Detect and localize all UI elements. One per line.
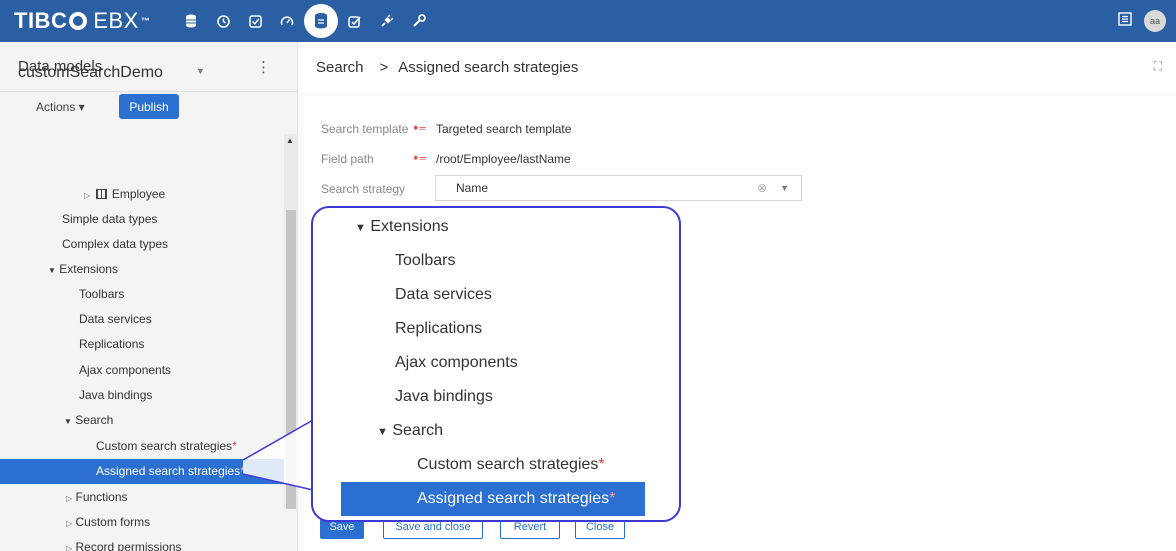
field-path-label: Field path	[321, 152, 374, 166]
zoom-item-toolbars: Toolbars	[395, 252, 456, 269]
search-strategy-label: Search strategy	[321, 182, 406, 196]
fullscreen-icon[interactable]: ⛶	[1154, 59, 1162, 74]
required-marker: *	[609, 490, 616, 507]
logo-trademark: ™	[140, 16, 151, 26]
database-icon[interactable]	[176, 6, 206, 36]
zoom-item-assigned-search-strategies: Assigned search strategies*	[417, 490, 616, 507]
zoom-item-extensions: ▼ Extensions	[355, 218, 449, 235]
user-avatar[interactable]: aa	[1144, 10, 1166, 32]
tree-item-extensions[interactable]: ▼ Extensions	[48, 257, 118, 282]
field-info-icon: ⁕═	[412, 123, 426, 133]
tree-item-simple-data-types[interactable]: Simple data types	[62, 207, 157, 232]
publish-button[interactable]: Publish	[119, 94, 179, 119]
scroll-up-arrow-icon[interactable]: ▲	[286, 136, 294, 145]
required-marker: *	[598, 456, 605, 473]
search-strategy-value: Name	[456, 181, 489, 195]
plug-icon[interactable]	[372, 6, 402, 36]
zoom-item-custom-search-strategies: Custom search strategies*	[417, 456, 605, 473]
check-square-icon[interactable]	[240, 6, 270, 36]
tree-item-custom-search-strategies[interactable]: Custom search strategies*	[96, 434, 237, 459]
zoomed-tree-callout: ▼ Extensions Toolbars Data services Repl…	[311, 206, 681, 522]
expand-chevron-icon[interactable]: ▷	[66, 494, 72, 503]
tree-item-replications[interactable]: Replications	[79, 332, 144, 357]
list-view-icon[interactable]	[1118, 11, 1132, 31]
breadcrumb-search[interactable]: Search	[316, 59, 364, 76]
gauge-icon[interactable]	[272, 6, 302, 36]
chevron-down-icon[interactable]: ▼	[780, 176, 789, 200]
table-icon	[95, 189, 107, 199]
tree-item-search[interactable]: ▼ Search	[64, 408, 113, 433]
top-bar: TIBC EBX ™ aa	[0, 0, 1176, 42]
tree-item-employee[interactable]: ▷ Employee	[84, 182, 165, 207]
more-options-icon[interactable]: ⋮	[256, 58, 271, 76]
clear-icon[interactable]: ⊗	[757, 176, 767, 200]
tree-item-assigned-search-strategies[interactable]: Assigned search strategies*	[0, 459, 284, 484]
tree-scrollbar-thumb[interactable]	[286, 210, 296, 509]
tree-item-functions[interactable]: ▷ Functions	[66, 485, 128, 510]
tree-item-custom-forms[interactable]: ▷ Custom forms	[66, 510, 150, 535]
breadcrumb: Search > Assigned search strategies ⛶	[299, 42, 1176, 92]
zoom-item-data-services: Data services	[395, 286, 492, 303]
logo-mark-icon	[69, 12, 88, 30]
expand-chevron-icon[interactable]: ▷	[66, 544, 72, 551]
breadcrumb-separator: >	[379, 58, 389, 76]
task-icon[interactable]	[340, 6, 370, 36]
wrench-icon[interactable]	[404, 6, 434, 36]
logo-text: TIBC	[14, 8, 68, 33]
collapse-triangle-icon: ▼	[377, 426, 388, 438]
clock-icon[interactable]	[208, 6, 238, 36]
required-marker: *	[232, 439, 237, 453]
data-model-icon[interactable]	[304, 4, 339, 38]
actions-menu[interactable]: Actions ▾	[36, 100, 85, 114]
field-info-icon: ⁕═	[412, 153, 426, 163]
zoom-item-java-bindings: Java bindings	[395, 388, 493, 405]
tibco-ebx-logo[interactable]: TIBC EBX ™	[14, 8, 150, 34]
model-dropdown-chevron-icon[interactable]: ▼	[196, 66, 205, 76]
top-right-tools: aa	[1118, 0, 1166, 42]
zoom-item-ajax-components: Ajax components	[395, 354, 518, 371]
tree-item-complex-data-types[interactable]: Complex data types	[62, 232, 168, 257]
search-strategy-select[interactable]: Name ⊗ ▼	[435, 175, 802, 201]
collapse-triangle-icon[interactable]: ▼	[48, 266, 56, 275]
data-model-name[interactable]: customSearchDemo	[18, 64, 163, 82]
zoom-item-replications: Replications	[395, 320, 483, 337]
expand-chevron-icon[interactable]: ▷	[66, 519, 72, 528]
required-marker: *	[240, 464, 245, 478]
zoom-item-search: ▼ Search	[377, 422, 444, 439]
collapse-triangle-icon: ▼	[355, 222, 366, 234]
collapse-triangle-icon[interactable]: ▼	[64, 417, 72, 426]
tree-item-data-services[interactable]: Data services	[79, 307, 152, 332]
search-template-value: Targeted search template	[436, 122, 572, 136]
tree-item-ajax-components[interactable]: Ajax components	[79, 358, 171, 383]
field-path-value: /root/Employee/lastName	[436, 152, 571, 166]
tree-item-java-bindings[interactable]: Java bindings	[79, 383, 152, 408]
search-template-label: Search template	[321, 122, 409, 136]
tree-item-record-permissions[interactable]: ▷ Record permissions	[66, 535, 182, 551]
logo-suffix: EBX	[93, 8, 139, 33]
main-navigation	[176, 4, 434, 38]
breadcrumb-current: Assigned search strategies	[398, 58, 579, 76]
expand-chevron-icon[interactable]: ▷	[84, 191, 90, 200]
tree-item-toolbars[interactable]: Toolbars	[79, 282, 124, 307]
